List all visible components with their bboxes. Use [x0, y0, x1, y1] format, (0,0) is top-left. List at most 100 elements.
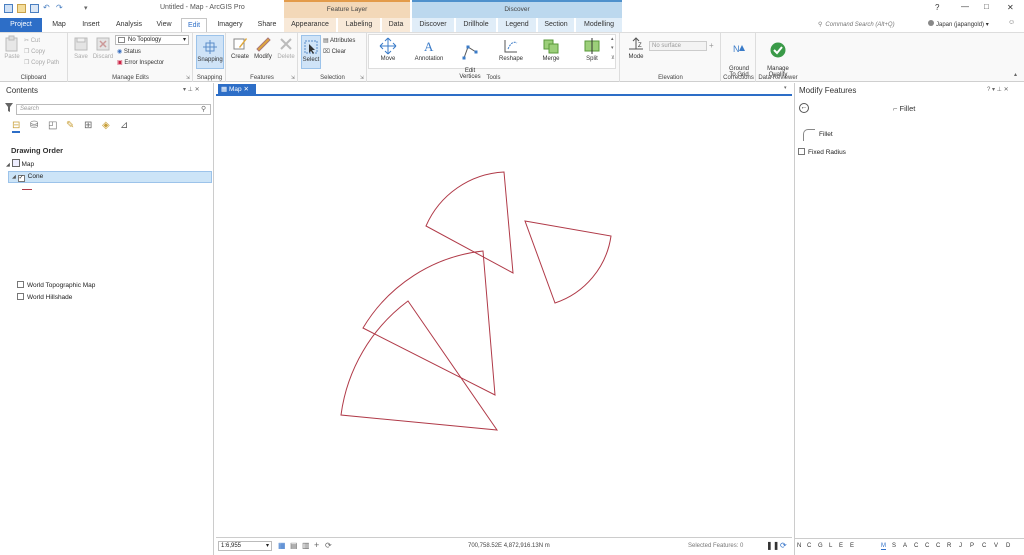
- map-node[interactable]: ◢ Map: [6, 159, 34, 169]
- close-button[interactable]: ✕: [1007, 3, 1014, 12]
- tab-section[interactable]: Section: [538, 18, 574, 32]
- search-icon[interactable]: ⚲: [201, 105, 206, 113]
- pane-tab[interactable]: C: [982, 543, 986, 549]
- create-button[interactable]: Create: [229, 35, 251, 60]
- pane-tab[interactable]: C: [807, 543, 811, 549]
- save-edits-button[interactable]: Save: [71, 35, 91, 60]
- selected-features-count[interactable]: Selected Features: 0: [688, 543, 743, 549]
- map-canvas[interactable]: [216, 98, 792, 538]
- close-icon[interactable]: ✕: [243, 86, 248, 93]
- tab-map[interactable]: Map: [46, 18, 72, 32]
- editing-view-icon[interactable]: ✎: [66, 120, 74, 131]
- new-project-icon[interactable]: [4, 4, 13, 13]
- manage-quality-button[interactable]: Manage Quality: [761, 35, 795, 78]
- fillet-method-icon[interactable]: [803, 129, 815, 141]
- pane-tab[interactable]: R: [947, 543, 951, 549]
- paste-button[interactable]: Paste: [2, 35, 22, 60]
- pane-tab[interactable]: L: [829, 543, 832, 549]
- tab-legend[interactable]: Legend: [498, 18, 536, 32]
- gallery-expand-icon[interactable]: ⊻: [611, 55, 615, 61]
- tab-modelling[interactable]: Modelling: [576, 18, 622, 32]
- help-button[interactable]: ?: [935, 3, 939, 12]
- snapping-button[interactable]: Snapping: [196, 35, 224, 69]
- tab-labeling[interactable]: Labeling: [338, 18, 380, 32]
- pane-tab[interactable]: V: [994, 543, 998, 549]
- layer-row-world-hillshade[interactable]: World Hillshade: [17, 293, 72, 303]
- pane-tab-active[interactable]: M: [881, 543, 886, 550]
- tab-view[interactable]: View: [150, 18, 178, 32]
- tab-edit[interactable]: Edit: [181, 18, 207, 32]
- error-inspector-button[interactable]: ▣ Error Inspector: [117, 58, 164, 68]
- split-tool[interactable]: Split: [577, 37, 607, 62]
- tab-project[interactable]: Project: [0, 18, 42, 32]
- dialog-launcher-icon[interactable]: ⇲: [186, 75, 190, 81]
- labeling-view-icon[interactable]: ◈: [102, 120, 110, 131]
- clear-button[interactable]: ⌧ Clear: [323, 47, 346, 57]
- grid-display-icon[interactable]: ▦: [278, 541, 286, 550]
- contents-search-input[interactable]: Search: [16, 104, 211, 115]
- snapping-view-icon[interactable]: ⊞: [84, 120, 92, 131]
- elevation-add-icon[interactable]: +: [709, 41, 714, 50]
- selection-view-icon[interactable]: ◰: [48, 120, 57, 131]
- cut-button[interactable]: ✂ Cut: [24, 36, 40, 46]
- command-search-input[interactable]: Command Search (Alt+Q): [825, 22, 894, 28]
- fixed-radius-option[interactable]: Fixed Radius: [798, 148, 846, 157]
- ground-to-grid-button[interactable]: N Ground To Grid: [724, 35, 754, 78]
- gallery-scroll-down-icon[interactable]: ▾: [611, 45, 614, 51]
- tab-imagery[interactable]: Imagery: [212, 18, 248, 32]
- map-view-tab[interactable]: ▦ Map ✕: [218, 84, 256, 95]
- sector-feature-2[interactable]: [524, 220, 612, 304]
- tab-data[interactable]: Data: [382, 18, 410, 32]
- layer-row-world-topographic-map[interactable]: World Topographic Map: [17, 281, 95, 291]
- reshape-tool[interactable]: Reshape: [495, 37, 527, 62]
- pane-tab[interactable]: P: [970, 543, 974, 549]
- pause-icon[interactable]: ❚❚: [766, 541, 779, 550]
- pane-tab[interactable]: J: [959, 543, 962, 549]
- merge-tool[interactable]: Merge: [535, 37, 567, 62]
- pane-tab[interactable]: D: [1006, 543, 1010, 549]
- tab-discover[interactable]: Discover: [412, 18, 454, 32]
- collapse-icon[interactable]: ◢: [6, 162, 10, 168]
- filter-icon[interactable]: [5, 103, 13, 113]
- tab-appearance[interactable]: Appearance: [284, 18, 336, 32]
- drawing-order-icon[interactable]: ⊟: [12, 120, 21, 133]
- chevron-down-icon[interactable]: ▾: [784, 85, 787, 91]
- user-account[interactable]: Japan (japangold) ▾: [928, 20, 989, 30]
- tab-insert[interactable]: Insert: [76, 18, 106, 32]
- line-symbol-swatch[interactable]: [22, 189, 32, 190]
- select-button[interactable]: Select: [301, 35, 321, 69]
- attributes-button[interactable]: ▤ Attributes: [323, 36, 355, 46]
- dialog-launcher-icon[interactable]: ⇲: [360, 75, 364, 81]
- refresh-icon[interactable]: ⟳: [780, 541, 787, 550]
- pane-tab[interactable]: S: [892, 543, 896, 549]
- pane-tab[interactable]: G: [818, 543, 823, 549]
- refresh-data-icon[interactable]: ⟳: [325, 541, 332, 550]
- collapse-icon[interactable]: ◢: [12, 174, 16, 180]
- open-project-icon[interactable]: [17, 4, 26, 13]
- sector-feature-1[interactable]: [425, 171, 514, 274]
- pane-tab[interactable]: E: [850, 543, 854, 549]
- elevation-surface-select[interactable]: No surface: [649, 41, 707, 51]
- delete-button[interactable]: Delete: [275, 35, 297, 60]
- annotation-tool[interactable]: A Annotation: [409, 37, 449, 62]
- undo-icon[interactable]: ↶: [43, 3, 50, 12]
- tab-share[interactable]: Share: [252, 18, 282, 32]
- copy-button[interactable]: ❐ Copy: [24, 47, 45, 57]
- pane-tab[interactable]: C: [925, 543, 929, 549]
- minimize-button[interactable]: —: [961, 2, 969, 11]
- pane-tab[interactable]: A: [903, 543, 907, 549]
- layer-row-cone[interactable]: ◢ ✓ Cone: [8, 171, 212, 183]
- scale-select[interactable]: 1:6,955 ▾: [218, 541, 272, 551]
- layer-visibility-checkbox[interactable]: ✓: [17, 175, 25, 182]
- notifications-icon[interactable]: ☺: [1008, 19, 1015, 26]
- pane-options-icon[interactable]: ? ▾ ⊥ ✕: [987, 86, 1009, 93]
- command-search[interactable]: ⚲ Command Search (Alt+Q): [818, 20, 926, 30]
- fillet-method-label[interactable]: Fillet: [819, 131, 833, 138]
- pane-tab[interactable]: C: [914, 543, 918, 549]
- copy-path-button[interactable]: ❐ Copy Path: [24, 58, 59, 68]
- elevation-mode-button[interactable]: Z Mode: [625, 35, 647, 60]
- dialog-launcher-icon[interactable]: ⇲: [291, 75, 295, 81]
- maximize-button[interactable]: □: [984, 2, 989, 11]
- move-tool[interactable]: Move: [373, 37, 403, 62]
- topology-select[interactable]: No Topology ▾: [115, 35, 189, 45]
